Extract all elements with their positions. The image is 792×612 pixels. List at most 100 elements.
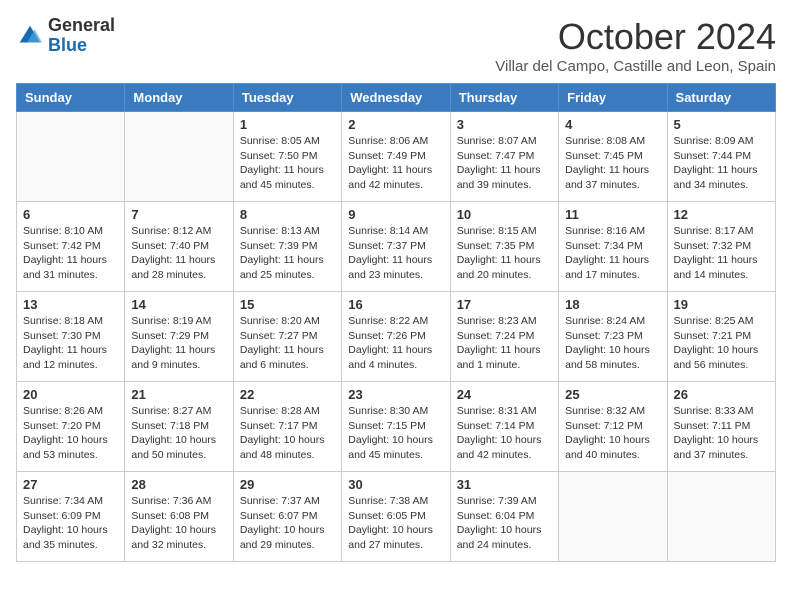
day-number: 13 bbox=[23, 297, 118, 312]
day-number: 25 bbox=[565, 387, 660, 402]
day-info: Sunrise: 8:19 AM Sunset: 7:29 PM Dayligh… bbox=[131, 314, 226, 373]
day-number: 29 bbox=[240, 477, 335, 492]
calendar-cell: 31 Sunrise: 7:39 AM Sunset: 6:04 PM Dayli… bbox=[450, 472, 558, 562]
calendar-week-row: 6 Sunrise: 8:10 AM Sunset: 7:42 PM Daylig… bbox=[17, 202, 776, 292]
day-number: 17 bbox=[457, 297, 552, 312]
logo-general-text: General bbox=[48, 15, 115, 35]
day-number: 4 bbox=[565, 117, 660, 132]
weekday-header: Friday bbox=[559, 84, 667, 112]
weekday-header: Monday bbox=[125, 84, 233, 112]
day-number: 12 bbox=[674, 207, 769, 222]
header: General Blue October 2024 Villar del Cam… bbox=[16, 16, 776, 75]
calendar-cell: 14 Sunrise: 8:19 AM Sunset: 7:29 PM Dayli… bbox=[125, 292, 233, 382]
day-number: 19 bbox=[674, 297, 769, 312]
calendar-cell: 11 Sunrise: 8:16 AM Sunset: 7:34 PM Dayli… bbox=[559, 202, 667, 292]
day-number: 1 bbox=[240, 117, 335, 132]
day-number: 16 bbox=[348, 297, 443, 312]
calendar-cell: 2 Sunrise: 8:06 AM Sunset: 7:49 PM Daylig… bbox=[342, 112, 450, 202]
calendar-cell: 9Sunrise: 8:14 AM Sunset: 7:37 PM Daylig… bbox=[342, 202, 450, 292]
calendar-cell: 19 Sunrise: 8:25 AM Sunset: 7:21 PM Dayli… bbox=[667, 292, 775, 382]
day-number: 15 bbox=[240, 297, 335, 312]
day-info: Sunrise: 7:38 AM Sunset: 6:05 PM Dayligh… bbox=[348, 494, 443, 553]
day-number: 24 bbox=[457, 387, 552, 402]
calendar-cell bbox=[17, 112, 125, 202]
day-number: 14 bbox=[131, 297, 226, 312]
calendar-cell: 16 Sunrise: 8:22 AM Sunset: 7:26 PM Dayli… bbox=[342, 292, 450, 382]
day-info: Sunrise: 8:25 AM Sunset: 7:21 PM Dayligh… bbox=[674, 314, 769, 373]
day-number: 3 bbox=[457, 117, 552, 132]
day-info: Sunrise: 7:36 AM Sunset: 6:08 PM Dayligh… bbox=[131, 494, 226, 553]
calendar-cell: 10Sunrise: 8:15 AM Sunset: 7:35 PM Dayli… bbox=[450, 202, 558, 292]
calendar-cell: 13 Sunrise: 8:18 AM Sunset: 7:30 PM Dayli… bbox=[17, 292, 125, 382]
calendar-week-row: 20 Sunrise: 8:26 AM Sunset: 7:20 PM Dayli… bbox=[17, 382, 776, 472]
calendar-cell: 30 Sunrise: 7:38 AM Sunset: 6:05 PM Dayli… bbox=[342, 472, 450, 562]
day-number: 6 bbox=[23, 207, 118, 222]
day-number: 20 bbox=[23, 387, 118, 402]
day-info: Sunrise: 8:24 AM Sunset: 7:23 PM Dayligh… bbox=[565, 314, 660, 373]
calendar-cell: 7 Sunrise: 8:12 AM Sunset: 7:40 PM Daylig… bbox=[125, 202, 233, 292]
day-info: Sunrise: 7:39 AM Sunset: 6:04 PM Dayligh… bbox=[457, 494, 552, 553]
calendar-cell: 6 Sunrise: 8:10 AM Sunset: 7:42 PM Daylig… bbox=[17, 202, 125, 292]
day-info: Sunrise: 8:27 AM Sunset: 7:18 PM Dayligh… bbox=[131, 404, 226, 463]
day-number: 22 bbox=[240, 387, 335, 402]
day-info: Sunrise: 8:17 AM Sunset: 7:32 PM Dayligh… bbox=[674, 224, 769, 283]
day-number: 11 bbox=[565, 207, 660, 222]
day-info: Sunrise: 8:06 AM Sunset: 7:49 PM Dayligh… bbox=[348, 134, 443, 193]
weekday-header: Wednesday bbox=[342, 84, 450, 112]
day-info: Sunrise: 8:13 AM Sunset: 7:39 PM Dayligh… bbox=[240, 224, 335, 283]
weekday-header-row: SundayMondayTuesdayWednesdayThursdayFrid… bbox=[17, 84, 776, 112]
calendar-cell: 1 Sunrise: 8:05 AM Sunset: 7:50 PM Daylig… bbox=[233, 112, 341, 202]
day-info: Sunrise: 8:23 AM Sunset: 7:24 PM Dayligh… bbox=[457, 314, 552, 373]
day-info: Sunrise: 8:33 AM Sunset: 7:11 PM Dayligh… bbox=[674, 404, 769, 463]
day-number: 5 bbox=[674, 117, 769, 132]
day-info: Sunrise: 8:30 AM Sunset: 7:15 PM Dayligh… bbox=[348, 404, 443, 463]
day-number: 30 bbox=[348, 477, 443, 492]
day-number: 7 bbox=[131, 207, 226, 222]
day-number: 8 bbox=[240, 207, 335, 222]
day-info: Sunrise: 8:28 AM Sunset: 7:17 PM Dayligh… bbox=[240, 404, 335, 463]
calendar-cell: 5 Sunrise: 8:09 AM Sunset: 7:44 PM Daylig… bbox=[667, 112, 775, 202]
title-area: October 2024 Villar del Campo, Castille … bbox=[495, 16, 776, 75]
day-info: Sunrise: 8:18 AM Sunset: 7:30 PM Dayligh… bbox=[23, 314, 118, 373]
day-info: Sunrise: 8:20 AM Sunset: 7:27 PM Dayligh… bbox=[240, 314, 335, 373]
day-number: 18 bbox=[565, 297, 660, 312]
day-info: Sunrise: 8:16 AM Sunset: 7:34 PM Dayligh… bbox=[565, 224, 660, 283]
day-info: Sunrise: 8:31 AM Sunset: 7:14 PM Dayligh… bbox=[457, 404, 552, 463]
day-number: 21 bbox=[131, 387, 226, 402]
day-info: Sunrise: 8:32 AM Sunset: 7:12 PM Dayligh… bbox=[565, 404, 660, 463]
day-info: Sunrise: 8:22 AM Sunset: 7:26 PM Dayligh… bbox=[348, 314, 443, 373]
calendar-cell: 22 Sunrise: 8:28 AM Sunset: 7:17 PM Dayli… bbox=[233, 382, 341, 472]
calendar-week-row: 13 Sunrise: 8:18 AM Sunset: 7:30 PM Dayli… bbox=[17, 292, 776, 382]
calendar-cell: 17 Sunrise: 8:23 AM Sunset: 7:24 PM Dayli… bbox=[450, 292, 558, 382]
calendar-week-row: 27 Sunrise: 7:34 AM Sunset: 6:09 PM Dayli… bbox=[17, 472, 776, 562]
calendar-cell bbox=[125, 112, 233, 202]
day-info: Sunrise: 8:12 AM Sunset: 7:40 PM Dayligh… bbox=[131, 224, 226, 283]
calendar-cell: 12 Sunrise: 8:17 AM Sunset: 7:32 PM Dayli… bbox=[667, 202, 775, 292]
day-number: 26 bbox=[674, 387, 769, 402]
weekday-header: Sunday bbox=[17, 84, 125, 112]
day-number: 28 bbox=[131, 477, 226, 492]
calendar-cell: 8 Sunrise: 8:13 AM Sunset: 7:39 PM Daylig… bbox=[233, 202, 341, 292]
weekday-header: Tuesday bbox=[233, 84, 341, 112]
day-number: 31 bbox=[457, 477, 552, 492]
location-subtitle: Villar del Campo, Castille and Leon, Spa… bbox=[495, 58, 776, 75]
day-info: Sunrise: 7:34 AM Sunset: 6:09 PM Dayligh… bbox=[23, 494, 118, 553]
calendar-cell: 29 Sunrise: 7:37 AM Sunset: 6:07 PM Dayli… bbox=[233, 472, 341, 562]
day-info: Sunrise: 8:10 AM Sunset: 7:42 PM Dayligh… bbox=[23, 224, 118, 283]
day-info: Sunrise: 8:05 AM Sunset: 7:50 PM Dayligh… bbox=[240, 134, 335, 193]
calendar-cell: 21 Sunrise: 8:27 AM Sunset: 7:18 PM Dayli… bbox=[125, 382, 233, 472]
weekday-header: Thursday bbox=[450, 84, 558, 112]
day-number: 9 bbox=[348, 207, 443, 222]
day-info: Sunrise: 8:09 AM Sunset: 7:44 PM Dayligh… bbox=[674, 134, 769, 193]
calendar-cell: 15 Sunrise: 8:20 AM Sunset: 7:27 PM Dayli… bbox=[233, 292, 341, 382]
day-number: 10 bbox=[457, 207, 552, 222]
calendar-cell: 4Sunrise: 8:08 AM Sunset: 7:45 PM Daylig… bbox=[559, 112, 667, 202]
day-number: 2 bbox=[348, 117, 443, 132]
day-number: 27 bbox=[23, 477, 118, 492]
day-info: Sunrise: 8:26 AM Sunset: 7:20 PM Dayligh… bbox=[23, 404, 118, 463]
weekday-header: Saturday bbox=[667, 84, 775, 112]
calendar-cell: 26 Sunrise: 8:33 AM Sunset: 7:11 PM Dayli… bbox=[667, 382, 775, 472]
day-info: Sunrise: 7:37 AM Sunset: 6:07 PM Dayligh… bbox=[240, 494, 335, 553]
calendar-cell bbox=[667, 472, 775, 562]
logo-icon bbox=[16, 22, 44, 50]
